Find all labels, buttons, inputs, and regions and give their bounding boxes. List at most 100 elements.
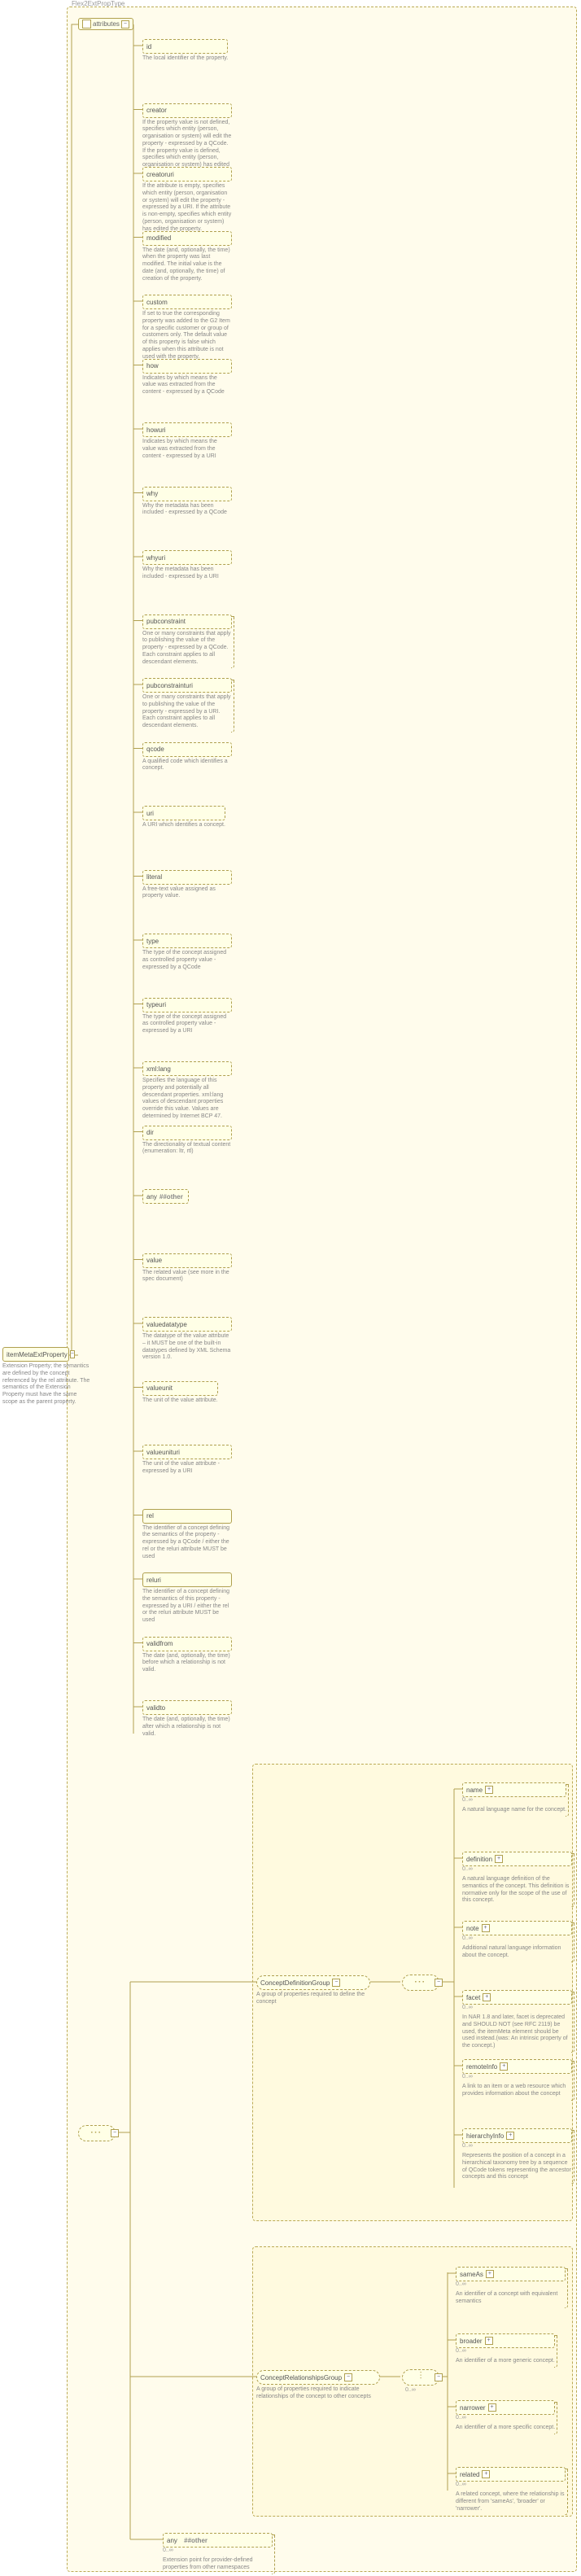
attr-whyuri: whyuriWhy the metadata has been included… — [142, 550, 232, 581]
attr-rel: relThe identifier of a concept defining … — [142, 1509, 232, 1561]
attr-desc: The date (and, optionally, the time) bef… — [142, 1653, 232, 1674]
element-label: hierarchyInfo — [466, 2132, 504, 2140]
expand-icon[interactable]: − — [332, 1979, 340, 1987]
element-desc: In NAR 1.8 and later, facet is deprecate… — [462, 2014, 572, 2050]
crg-item-related[interactable]: related+0..∞A related concept, where the… — [456, 2467, 566, 2513]
collapse-icon[interactable]: + — [485, 2337, 493, 2345]
expand-icon[interactable]: − — [435, 1979, 443, 1987]
occurs: 0..∞ — [462, 1935, 473, 1941]
attr-label: value — [146, 1257, 162, 1264]
collapse-icon[interactable]: + — [495, 1855, 503, 1863]
root-element[interactable]: itemMetaExtProperty− Extension Property;… — [2, 1347, 92, 1406]
collapse-icon[interactable]: + — [506, 2132, 514, 2140]
crg-item-sameAs[interactable]: sameAs+0..∞An identifier of a concept wi… — [456, 2267, 566, 2306]
element-box[interactable]: facet+ — [462, 1990, 572, 2005]
attr-box: how — [142, 359, 232, 374]
attr-box: uri — [142, 806, 225, 820]
element-desc: An identifier of a more generic concept. — [456, 2358, 555, 2365]
collapse-icon[interactable]: + — [482, 2470, 490, 2478]
attr-validfrom: validfrom The date (and, optionally, the … — [142, 1637, 232, 1674]
attr-label: custom — [146, 299, 168, 306]
attr-desc: Why the metadata has been included - exp… — [142, 503, 232, 518]
cdg-sequence[interactable]: − — [402, 1975, 439, 1991]
attr-how: howIndicates by which means the value wa… — [142, 359, 232, 396]
element-box[interactable]: narrower+ — [456, 2400, 555, 2415]
collapse-icon[interactable]: + — [488, 2403, 496, 2412]
expand-icon[interactable]: − — [70, 1350, 75, 1358]
element-label: related — [460, 2471, 479, 2478]
any-prefix: any — [167, 2537, 177, 2544]
attr-label: id — [146, 43, 151, 50]
cdg-item-remoteInfo[interactable]: remoteInfo+0..∞A link to an item or a we… — [462, 2059, 572, 2098]
attr-valueunit: valueunitThe unit of the value attribute… — [142, 1381, 218, 1405]
attr-desc: The date (and, optionally, the time) whe… — [142, 247, 232, 283]
expand-icon[interactable]: − — [121, 20, 129, 28]
stack-icon — [571, 2061, 574, 2101]
cdg-item-definition[interactable]: definition+0..∞A natural language defini… — [462, 1852, 572, 1905]
stack-icon — [566, 1784, 569, 1817]
attr-box: pubconstraint — [142, 614, 232, 629]
collapse-icon[interactable]: + — [483, 1993, 491, 2001]
attr-label: valueunituri — [146, 1449, 180, 1456]
any-element[interactable]: any ##other 0..∞ Extension point for pro… — [163, 2533, 273, 2572]
collapse-icon[interactable]: + — [486, 2270, 494, 2278]
any-occurs: 0..∞ — [163, 2548, 173, 2553]
expand-icon[interactable]: − — [344, 2373, 352, 2381]
stack-icon — [571, 1853, 574, 1907]
stack-icon — [272, 2534, 275, 2574]
occurs: 0..∞ — [462, 2005, 473, 2010]
attr-desc: Indicates by which means the value was e… — [142, 375, 232, 396]
crg-occurs: 0..∞ — [405, 2387, 416, 2393]
collapse-icon[interactable]: + — [482, 1924, 490, 1932]
element-label: remoteInfo — [466, 2063, 497, 2071]
occurs: 0..∞ — [462, 1797, 473, 1803]
element-box[interactable]: related+ — [456, 2467, 566, 2482]
attr-box: literal — [142, 870, 232, 885]
element-label: name — [466, 1787, 483, 1794]
element-box[interactable]: broader+ — [456, 2333, 555, 2348]
attr-label: dir — [146, 1129, 154, 1136]
sequence-compositor[interactable]: − — [78, 2125, 116, 2141]
element-box[interactable]: name+ — [462, 1782, 566, 1797]
attr-desc: A URI which identifies a concept. — [142, 822, 225, 829]
attr-box: custom — [142, 295, 232, 309]
attr-label: reluri — [146, 1577, 161, 1584]
expand-icon[interactable]: − — [435, 2373, 443, 2381]
element-box[interactable]: remoteInfo+ — [462, 2059, 572, 2074]
cdg-label: ConceptDefinitionGroup — [260, 1979, 330, 1987]
attributes-box[interactable]: attributes − — [78, 18, 133, 30]
stack-icon — [565, 2469, 568, 2515]
attr-label: validfrom — [146, 1640, 173, 1647]
attr-pubconstrainturi: pubconstrainturiOne or many constraints … — [142, 678, 232, 730]
element-box[interactable]: hierarchyInfo+ — [462, 2128, 572, 2143]
attr-label: pubconstraint — [146, 618, 186, 625]
cdg-item-name[interactable]: name+0..∞ A natural language name for the… — [462, 1782, 566, 1814]
concept-relationships-group[interactable]: ConceptRelationshipsGroup− A group of pr… — [256, 2370, 380, 2401]
attr-box: qcode — [142, 742, 232, 757]
attr-desc: If the attribute is empty, specifies whi… — [142, 183, 232, 233]
element-desc: Additional natural language information … — [462, 1945, 572, 1960]
attr-box: validfrom — [142, 1637, 232, 1651]
element-box[interactable]: definition+ — [462, 1852, 572, 1866]
attr-label: whyuri — [146, 554, 165, 562]
attr-desc: The unit of the value attribute. — [142, 1397, 218, 1405]
expand-icon[interactable]: − — [111, 2129, 119, 2137]
cdg-item-note[interactable]: note+0..∞ Additional natural language inf… — [462, 1921, 572, 1960]
cdg-item-facet[interactable]: facet+0..∞ In NAR 1.8 and later, facet is… — [462, 1990, 572, 2050]
crg-choice[interactable]: − — [402, 2369, 439, 2386]
cdg-item-hierarchyInfo[interactable]: hierarchyInfo+0..∞Represents the positio… — [462, 2128, 572, 2181]
crg-item-broader[interactable]: broader+0..∞An identifier of a more gene… — [456, 2333, 555, 2365]
stack-icon — [565, 2268, 568, 2308]
concept-definition-group[interactable]: ConceptDefinitionGroup− A group of prope… — [256, 1975, 370, 2006]
attr-label: typeuri — [146, 1001, 166, 1008]
element-box[interactable]: note+ — [462, 1921, 572, 1935]
attr-valuedatatype: valuedatatypeThe datatype of the value a… — [142, 1317, 232, 1362]
element-desc: A natural language name for the concept. — [462, 1807, 566, 1814]
element-box[interactable]: sameAs+ — [456, 2267, 566, 2281]
attr-box: id — [142, 39, 228, 54]
crg-item-narrower[interactable]: narrower+0..∞An identifier of a more spe… — [456, 2400, 555, 2432]
attr-label: validto — [146, 1704, 165, 1712]
collapse-icon[interactable]: + — [485, 1786, 493, 1794]
attr-xml:lang: xml:langSpecifies the language of this p… — [142, 1061, 232, 1121]
collapse-icon[interactable]: + — [500, 2062, 508, 2071]
